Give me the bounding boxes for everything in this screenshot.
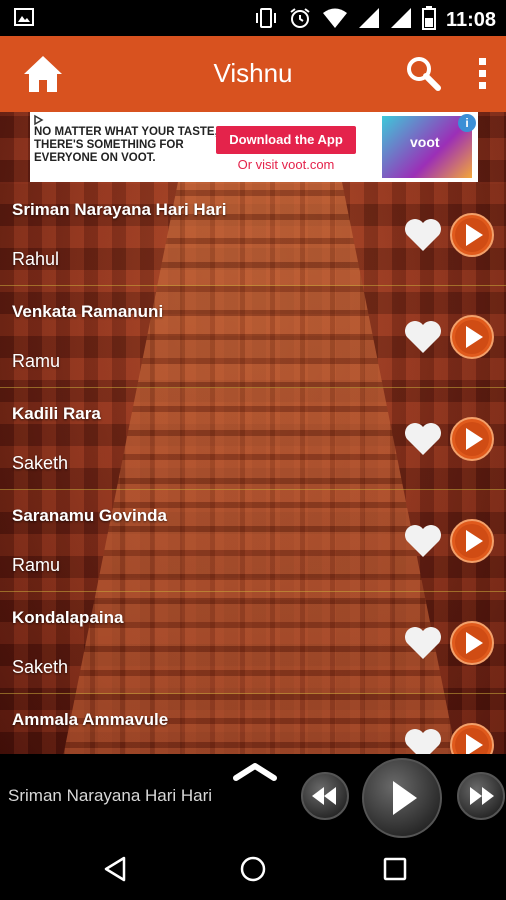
ad-logo-text: voot bbox=[410, 134, 440, 150]
recent-apps-icon[interactable] bbox=[380, 854, 410, 884]
signal-icon-2 bbox=[390, 7, 412, 34]
play-icon[interactable] bbox=[450, 621, 494, 665]
list-item[interactable]: Saranamu Govinda Ramu bbox=[0, 490, 506, 592]
list-item[interactable]: Venkata Ramanuni Ramu bbox=[0, 286, 506, 388]
song-list: Sriman Narayana Hari Hari Rahul Venkata … bbox=[0, 184, 506, 754]
ad-visit-link[interactable]: Or visit voot.com bbox=[216, 157, 356, 172]
heart-icon[interactable] bbox=[404, 422, 442, 456]
gallery-notification-icon bbox=[14, 8, 34, 31]
play-icon[interactable] bbox=[450, 417, 494, 461]
song-title: Sriman Narayana Hari Hari bbox=[12, 200, 227, 219]
alarm-icon bbox=[288, 6, 312, 35]
previous-track-button[interactable] bbox=[301, 772, 349, 820]
play-pause-button[interactable] bbox=[362, 758, 442, 838]
app-bar: Vishnu bbox=[0, 36, 506, 112]
song-artist: Ramu bbox=[12, 351, 61, 371]
clock: 11:08 bbox=[445, 9, 496, 31]
mini-player: Sriman Narayana Hari Hari bbox=[0, 754, 506, 840]
ad-banner[interactable]: NO MATTER WHAT YOUR TASTE, THERE'S SOMET… bbox=[30, 112, 478, 182]
list-item[interactable]: Kadili Rara Saketh bbox=[0, 388, 506, 490]
song-title: Kondalapaina bbox=[12, 608, 124, 627]
more-options-icon[interactable] bbox=[470, 54, 494, 94]
home-circle-icon[interactable] bbox=[238, 854, 268, 884]
list-item[interactable]: Kondalapaina Saketh bbox=[0, 592, 506, 694]
signal-icon bbox=[358, 7, 380, 34]
back-icon[interactable] bbox=[100, 854, 130, 884]
song-title: Kadili Rara bbox=[12, 404, 101, 423]
song-artist: Rahul bbox=[12, 249, 60, 269]
song-artist: Ramu bbox=[12, 555, 61, 575]
ad-headline: NO MATTER WHAT YOUR TASTE, THERE'S SOMET… bbox=[34, 126, 218, 164]
play-icon[interactable] bbox=[450, 723, 494, 754]
heart-icon[interactable] bbox=[404, 218, 442, 252]
song-artist: Saketh bbox=[12, 657, 69, 677]
song-title: Venkata Ramanuni bbox=[12, 302, 164, 321]
ad-info-icon[interactable]: i bbox=[458, 114, 476, 132]
list-item[interactable]: Sriman Narayana Hari Hari Rahul bbox=[0, 184, 506, 286]
heart-icon[interactable] bbox=[404, 728, 442, 754]
now-playing-title[interactable]: Sriman Narayana Hari Hari bbox=[8, 786, 212, 806]
list-item[interactable]: Ammala Ammavule bbox=[0, 694, 506, 754]
next-track-button[interactable] bbox=[457, 772, 505, 820]
search-icon[interactable] bbox=[404, 54, 444, 94]
chevron-up-icon[interactable] bbox=[232, 760, 278, 782]
battery-icon bbox=[421, 6, 436, 35]
heart-icon[interactable] bbox=[404, 626, 442, 660]
wifi-icon bbox=[322, 7, 348, 34]
song-title: Ammala Ammavule bbox=[12, 710, 169, 729]
status-bar: 11:08 bbox=[0, 0, 506, 36]
heart-icon[interactable] bbox=[404, 320, 442, 354]
play-icon[interactable] bbox=[450, 213, 494, 257]
play-icon[interactable] bbox=[450, 315, 494, 359]
vibrate-icon bbox=[254, 7, 278, 34]
song-title: Saranamu Govinda bbox=[12, 506, 167, 525]
play-icon[interactable] bbox=[450, 519, 494, 563]
heart-icon[interactable] bbox=[404, 524, 442, 558]
song-artist: Saketh bbox=[12, 453, 69, 473]
system-navigation-bar bbox=[0, 840, 506, 900]
ad-download-button[interactable]: Download the App bbox=[216, 126, 356, 154]
